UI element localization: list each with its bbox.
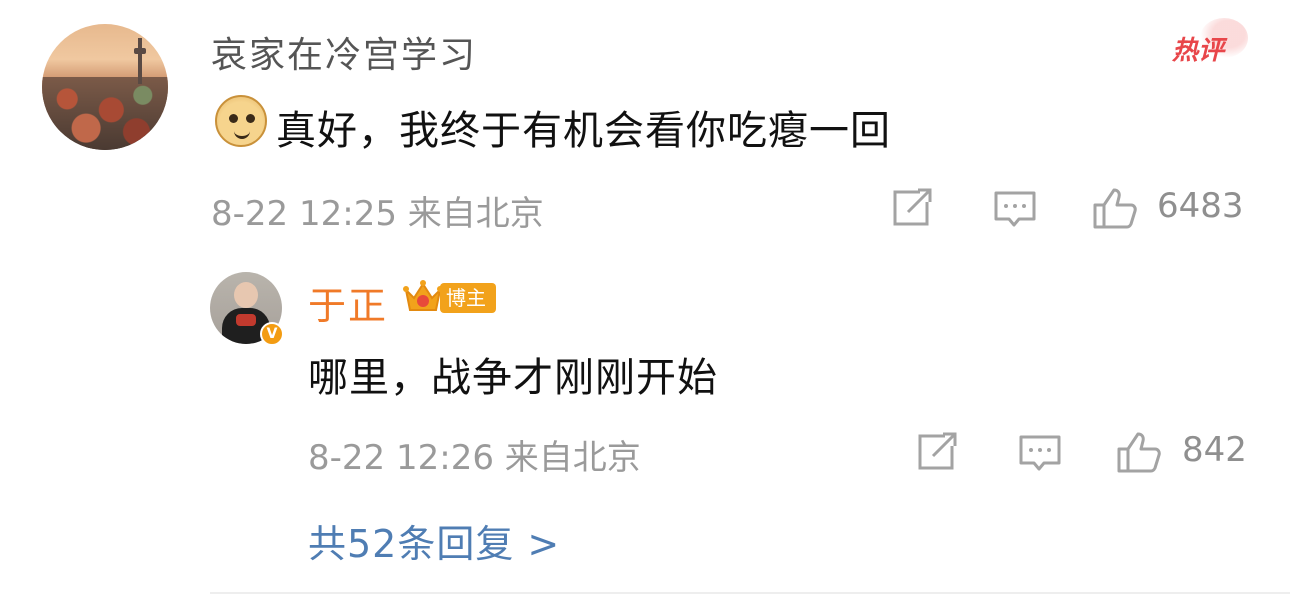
comment-text: 真好，我终于有机会看你吃瘪一回 <box>276 108 891 154</box>
commenter-name[interactable]: 哀家在冷宫学习 <box>211 26 477 78</box>
reply-text: 哪里，战争才刚刚开始 <box>308 355 718 401</box>
view-more-replies-link[interactable]: 共52条回复 > <box>308 513 560 568</box>
hot-comment-badge: 热评 <box>1172 36 1225 66</box>
comment-icon[interactable] <box>993 190 1037 228</box>
comment-icon[interactable] <box>1018 434 1062 472</box>
reply-location: 来自北京 <box>504 438 641 478</box>
thumbs-up-icon[interactable] <box>1116 430 1164 474</box>
commenter-avatar[interactable] <box>42 24 168 150</box>
divider <box>210 592 1290 594</box>
reply-date: 8-22 12:26 <box>308 438 494 478</box>
reply-meta: 8-22 12:26 来自北京 <box>308 430 641 479</box>
reply-author-name[interactable]: 于正 <box>308 275 388 330</box>
doge-emoji-icon <box>215 95 267 147</box>
comment-date: 8-22 12:25 <box>211 194 397 234</box>
comment-location: 来自北京 <box>407 194 544 234</box>
like-count: 842 <box>1182 430 1247 470</box>
share-icon[interactable] <box>890 188 934 228</box>
blogger-badge: 博主 <box>440 283 496 313</box>
like-count: 6483 <box>1157 186 1244 226</box>
comment-meta: 8-22 12:25 来自北京 <box>211 186 544 235</box>
share-icon[interactable] <box>915 432 959 472</box>
crown-icon <box>402 276 444 322</box>
thumbs-up-icon[interactable] <box>1092 186 1140 230</box>
verified-badge-icon: V <box>260 322 284 346</box>
